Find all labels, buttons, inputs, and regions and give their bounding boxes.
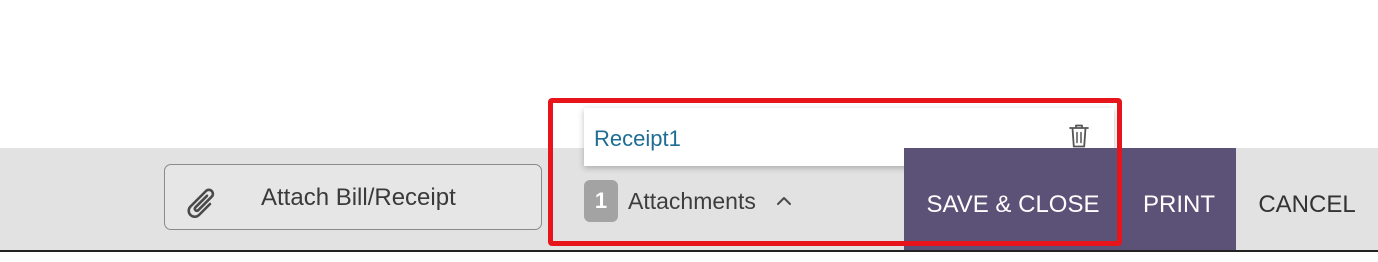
attachments-toggle[interactable]: Attachments (628, 184, 791, 218)
attachment-link[interactable]: Receipt1 (594, 108, 681, 170)
attachments-count-badge: 1 (584, 180, 618, 222)
save-close-button[interactable]: SAVE & CLOSE (904, 148, 1122, 250)
attach-bill-receipt-button[interactable]: Attach Bill/Receipt (164, 164, 542, 230)
chevron-up-icon (777, 197, 791, 205)
paperclip-icon (187, 188, 215, 218)
print-button[interactable]: PRINT (1122, 148, 1236, 250)
trash-icon[interactable] (1068, 123, 1090, 149)
attachments-label: Attachments (628, 188, 756, 214)
cancel-button[interactable]: CANCEL (1236, 148, 1378, 250)
attach-button-label: Attach Bill/Receipt (261, 184, 456, 211)
